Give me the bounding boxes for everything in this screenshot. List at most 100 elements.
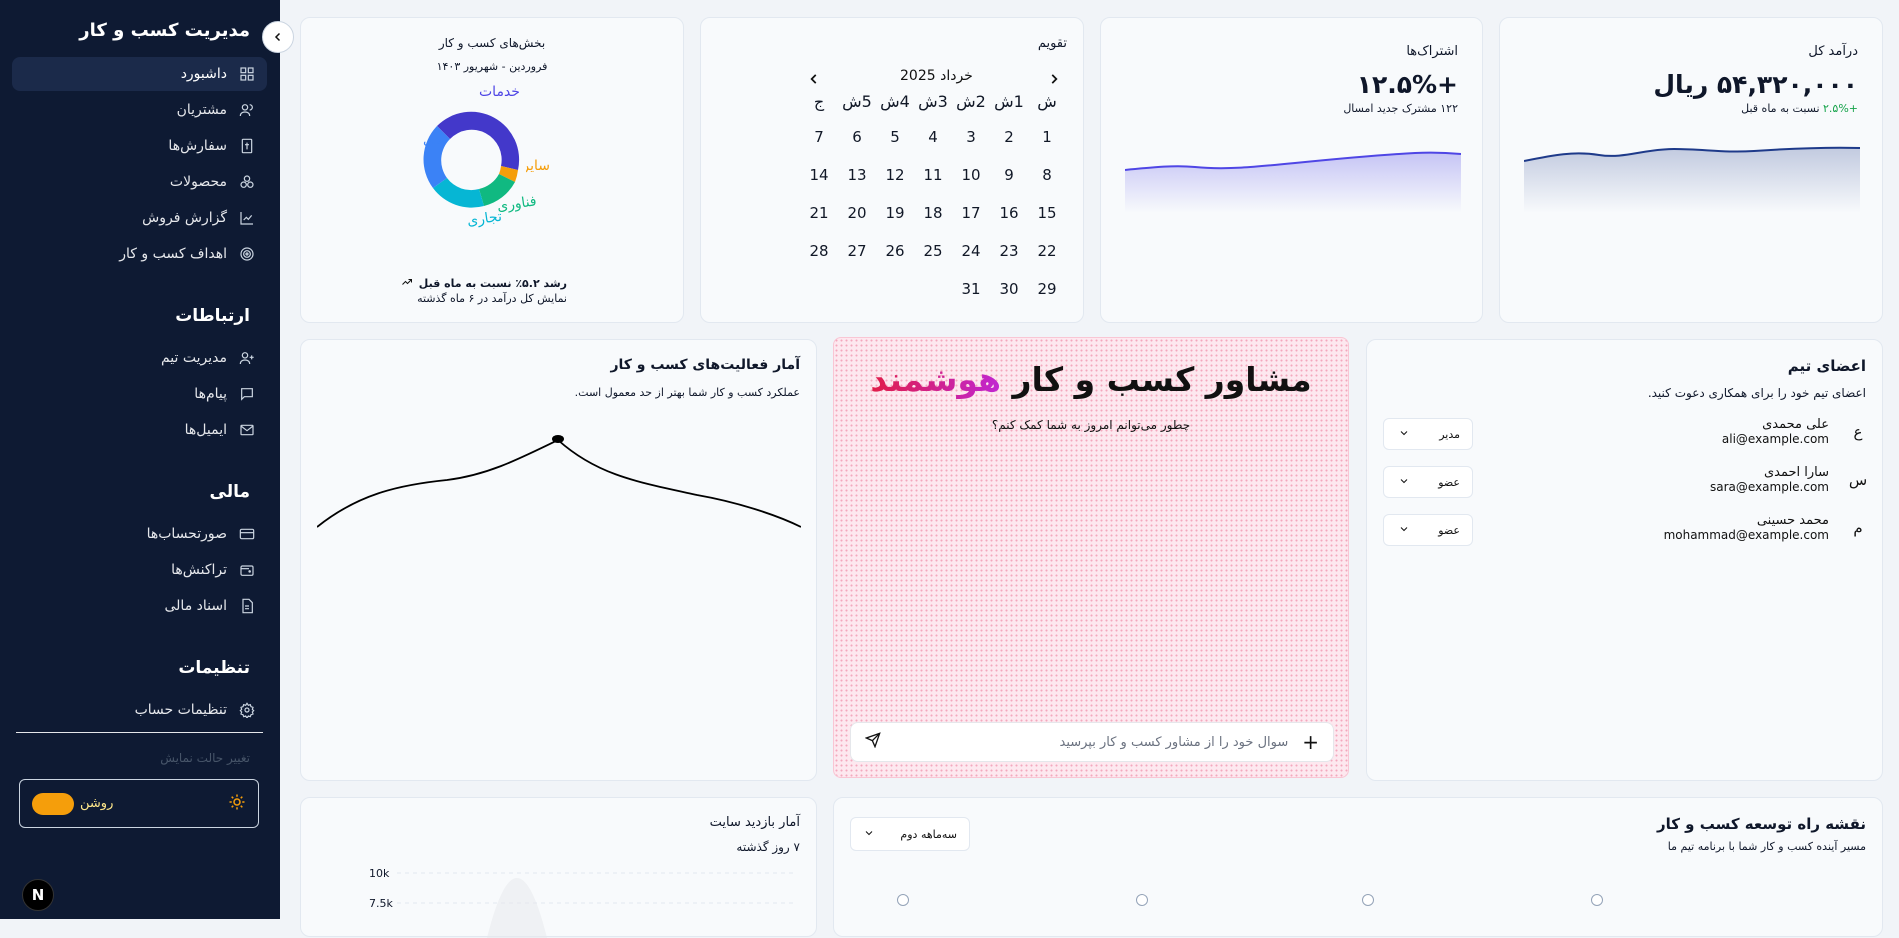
chevron-down-icon (1398, 475, 1410, 490)
sidebar-item-dashboard[interactable]: داشبورد (12, 57, 267, 91)
section-communications: ارتباطات (175, 306, 250, 326)
sidebar-item-goals[interactable]: اهداف کسب و کار (12, 237, 267, 271)
roadmap-quarter-select[interactable]: سه‌ماهه دوم (850, 817, 970, 851)
calendar-day[interactable]: 1 (1028, 118, 1066, 156)
sidebar-item-products[interactable]: محصولات (12, 165, 267, 199)
member-role: مدیر (1439, 427, 1460, 441)
calendar-day[interactable]: 22 (1028, 232, 1066, 270)
sidebar-item-label: اهداف کسب و کار (119, 246, 227, 262)
calendar-day[interactable]: 27 (838, 232, 876, 270)
member-role-select[interactable]: مدیر (1383, 418, 1473, 450)
calendar-day[interactable]: 4 (914, 118, 952, 156)
weekday-label: 1ش (994, 92, 1024, 111)
sun-icon (228, 793, 246, 815)
roadmap-quarter-value: سه‌ماهه دوم (900, 827, 957, 841)
avatar: س (1848, 470, 1868, 489)
sidebar-item-sales-report[interactable]: گزارش فروش (12, 201, 267, 235)
calendar-day[interactable] (838, 270, 876, 308)
advisor-title-accent: هوشمند (870, 360, 1001, 399)
member-role: عضو (1438, 523, 1460, 537)
theme-toggle-box[interactable]: روشن (19, 779, 259, 828)
segments-footer: نمایش کل درآمد در ۶ ماه گذشته (417, 292, 567, 305)
section-finance: مالی (209, 482, 251, 502)
segment-services (437, 111, 520, 170)
sidebar-item-messages[interactable]: پیام‌ها (12, 377, 267, 411)
calendar-day[interactable]: 30 (990, 270, 1028, 308)
plus-icon[interactable]: + (1302, 730, 1319, 754)
calendar-day[interactable]: 26 (876, 232, 914, 270)
calendar-day[interactable]: 8 (1028, 156, 1066, 194)
calendar-day[interactable]: 2 (990, 118, 1028, 156)
sidebar-divider (16, 732, 263, 733)
calendar-prev-button[interactable] (1047, 71, 1061, 91)
send-icon[interactable] (864, 732, 881, 752)
ai-advisor-panel: مشاور کسب و کار هوشمند چطور می‌توانم امر… (833, 337, 1349, 778)
segment-label-services: خدمات (479, 84, 520, 100)
calendar-day[interactable]: 24 (952, 232, 990, 270)
calendar-day[interactable]: 9 (990, 156, 1028, 194)
sidebar-item-customers[interactable]: مشتریان (12, 93, 267, 127)
sidebar-item-emails[interactable]: ایمیل‌ها (12, 413, 267, 447)
member-role-select[interactable]: عضو (1383, 514, 1473, 546)
activity-card: آمار فعالیت‌های کسب و کار عملکرد کسب و ک… (300, 339, 817, 781)
roadmap-milestone[interactable] (1591, 894, 1603, 906)
team-member-row: م محمد حسینی mohammad@example.com (1664, 513, 1869, 542)
calendar-day[interactable]: 15 (1028, 194, 1066, 232)
calendar-day[interactable]: 13 (838, 156, 876, 194)
calendar-day[interactable]: 17 (952, 194, 990, 232)
calendar-day[interactable] (914, 270, 952, 308)
team-title: اعضای تیم (1787, 357, 1866, 375)
calendar-day[interactable]: 25 (914, 232, 952, 270)
calendar-day[interactable]: 23 (990, 232, 1028, 270)
revenue-change: +۲.۵% (1823, 102, 1858, 115)
calendar-day[interactable]: 16 (990, 194, 1028, 232)
calendar-day[interactable]: 7 (800, 118, 838, 156)
sidebar-item-team[interactable]: مدیریت تیم (12, 341, 267, 375)
sidebar-item-label: محصولات (169, 174, 227, 190)
collapse-sidebar-button[interactable] (262, 21, 294, 53)
calendar-day[interactable]: 3 (952, 118, 990, 156)
calendar-next-button[interactable] (807, 71, 821, 91)
visits-title: آمار بازدید سایت (709, 815, 800, 830)
sidebar-item-account-settings[interactable]: تنظیمات حساب (12, 693, 267, 727)
calendar-day[interactable]: 18 (914, 194, 952, 232)
chevron-down-icon (1398, 427, 1410, 442)
subscriptions-note: ۱۲۲ مشترک جدید امسال (1343, 102, 1458, 115)
advisor-question-input[interactable]: سوال خود را از مشاور کسب و کار بپرسید (881, 735, 1289, 750)
subscriptions-card: اشتراک‌ها +۱۲.۵% ۱۲۲ مشترک جدید امسال (1100, 17, 1483, 323)
member-name: محمد حسینی (1756, 513, 1829, 528)
roadmap-milestone[interactable] (1136, 894, 1148, 906)
weekday-label: 3ش (918, 92, 948, 111)
calendar-day[interactable]: 20 (838, 194, 876, 232)
calendar-day[interactable]: 11 (914, 156, 952, 194)
sidebar-item-label: پیام‌ها (194, 386, 227, 402)
calendar-day[interactable]: 28 (800, 232, 838, 270)
segments-card: بخش‌های کسب و کار فروردین - شهریور ۱۴۰۳ … (300, 17, 684, 323)
roadmap-milestone[interactable] (1362, 894, 1374, 906)
sidebar-item-transactions[interactable]: تراکنش‌ها (12, 553, 267, 587)
roadmap-milestone[interactable] (897, 894, 909, 906)
sidebar-item-label: تراکنش‌ها (171, 562, 227, 578)
sidebar-item-label: سفارش‌ها (168, 138, 227, 154)
calendar-day[interactable] (876, 270, 914, 308)
sidebar-item-orders[interactable]: سفارش‌ها (12, 129, 267, 163)
calendar-day[interactable]: 21 (800, 194, 838, 232)
advisor-subtitle: چطور می‌توانم امروز به شما کمک کنم؟ (991, 418, 1191, 432)
calendar-day[interactable]: 19 (876, 194, 914, 232)
calendar-day[interactable]: 31 (952, 270, 990, 308)
calendar-day[interactable]: 29 (1028, 270, 1066, 308)
sidebar-item-documents[interactable]: اسناد مالی (12, 589, 267, 623)
calendar-day[interactable]: 6 (838, 118, 876, 156)
theme-toggle[interactable] (32, 792, 74, 815)
calendar-day[interactable]: 14 (800, 156, 838, 194)
calendar-day[interactable]: 5 (876, 118, 914, 156)
team-member-row: س سارا احمدی sara@example.com (1710, 465, 1869, 494)
team-member-row: ع علی محمدی ali@example.com (1722, 417, 1869, 446)
calendar-day[interactable] (800, 270, 838, 308)
weekday-label: 4ش (880, 92, 910, 111)
calendar-day[interactable]: 12 (876, 156, 914, 194)
sidebar-item-label: صورتحساب‌ها (146, 526, 227, 542)
sidebar-item-invoices[interactable]: صورتحساب‌ها (12, 517, 267, 551)
calendar-day[interactable]: 10 (952, 156, 990, 194)
member-role-select[interactable]: عضو (1383, 466, 1473, 498)
